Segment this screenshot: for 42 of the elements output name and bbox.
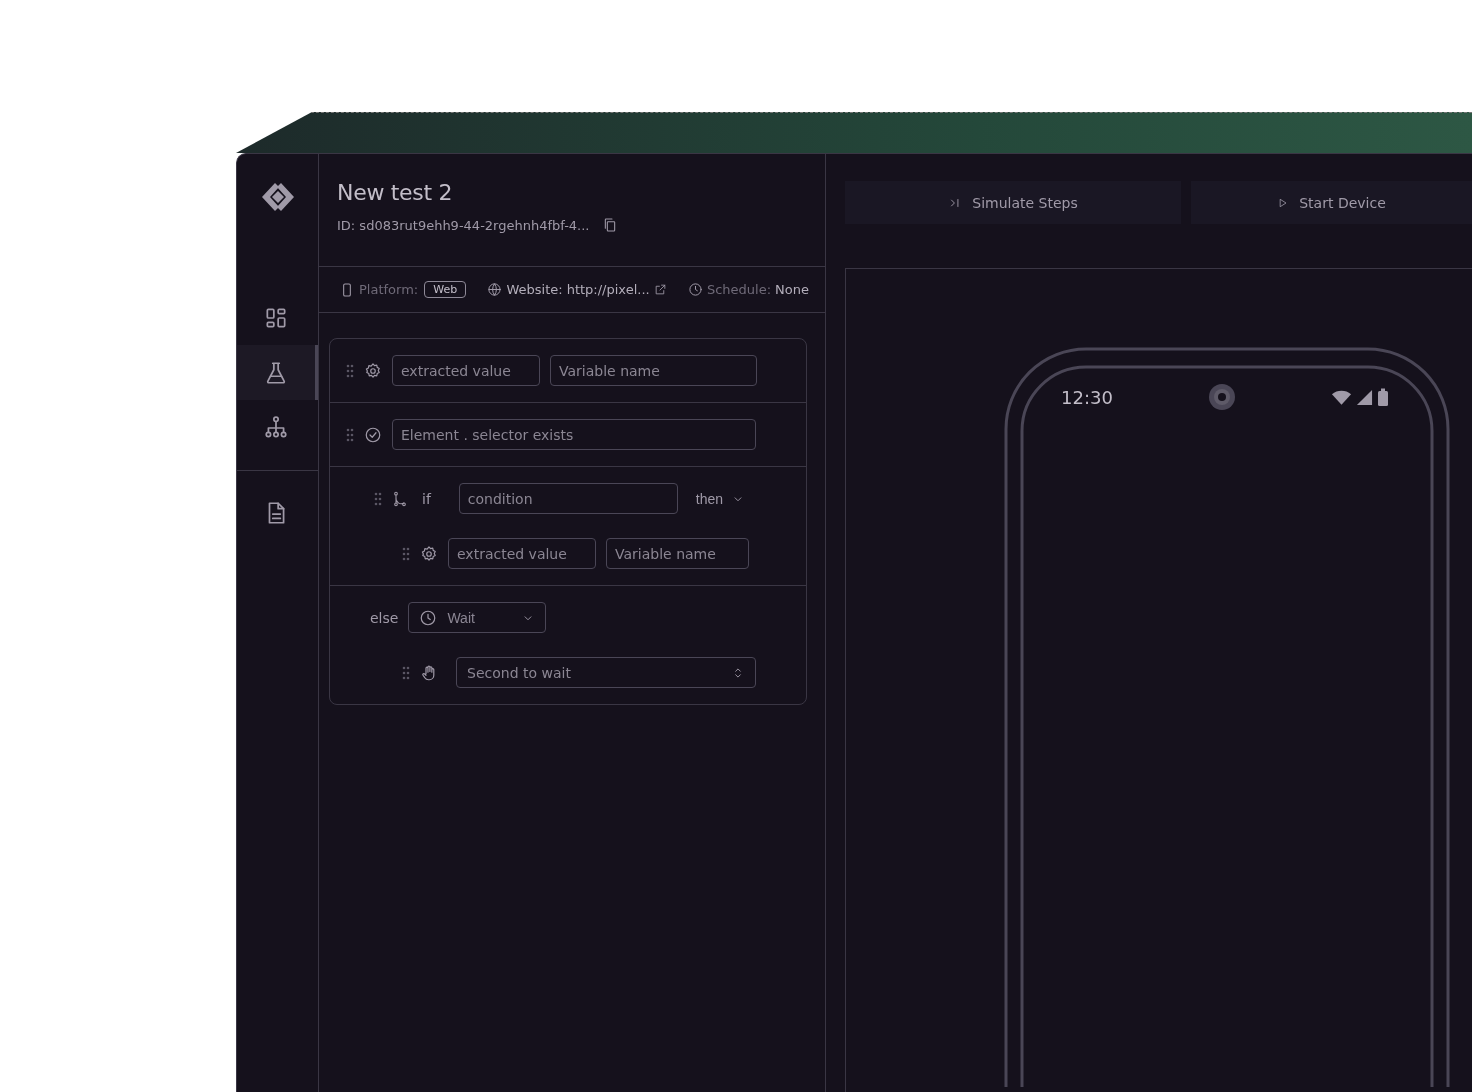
wifi-icon (1331, 388, 1352, 406)
check-circle-icon (364, 425, 382, 444)
text-field[interactable]: extracted value (448, 538, 596, 569)
text-field[interactable]: Element . selector exists (392, 419, 756, 450)
meta-value: None (775, 282, 809, 297)
external-link-icon (653, 283, 667, 296)
status-time: 12:30 (1061, 386, 1113, 408)
text-field[interactable]: Variable name (606, 538, 749, 569)
drag-handle-icon[interactable] (402, 546, 410, 561)
test-title: New test 2 (337, 180, 454, 205)
clock-icon (419, 608, 438, 627)
camera-icon (1207, 383, 1236, 411)
sidebar-nav-item[interactable] (237, 345, 318, 400)
if-label: if (422, 490, 431, 507)
drag-handle-icon[interactable] (402, 665, 410, 680)
else-label: else (370, 609, 399, 626)
drag-handle-icon[interactable] (346, 427, 354, 442)
logo-icon (260, 182, 295, 212)
hierarchy-icon (263, 414, 289, 441)
text-field[interactable]: Variable name (550, 355, 757, 386)
platform-badge: Web (424, 281, 467, 298)
gear-icon (420, 544, 438, 563)
toolbar-button[interactable]: Start Device (1191, 181, 1472, 224)
text-field[interactable]: condition (458, 483, 678, 514)
clock-icon (687, 282, 703, 297)
drag-handle-icon[interactable] (346, 363, 354, 378)
meta-label: Platform: (359, 282, 419, 297)
drag-handle-icon[interactable] (374, 491, 382, 506)
signal-icon (1356, 388, 1373, 406)
branch-icon (392, 489, 408, 508)
battery-icon (1377, 388, 1389, 406)
gear-icon (364, 361, 382, 380)
text-field[interactable]: extracted value (392, 355, 540, 386)
meta-label: Schedule: (706, 282, 772, 297)
meta-value[interactable]: http://pixel... (566, 282, 650, 297)
globe-icon (487, 282, 503, 297)
then-dropdown[interactable]: then (695, 490, 746, 507)
number-field[interactable]: Second to wait (456, 657, 756, 688)
test-id: ID: sd083rut9ehh9-44-2rgehnh4fbf-4... (337, 217, 590, 233)
toolbar-button[interactable]: Simulate Steps (845, 181, 1181, 224)
action-dropdown[interactable]: Wait (408, 602, 547, 633)
meta-label: Website: (506, 282, 563, 297)
